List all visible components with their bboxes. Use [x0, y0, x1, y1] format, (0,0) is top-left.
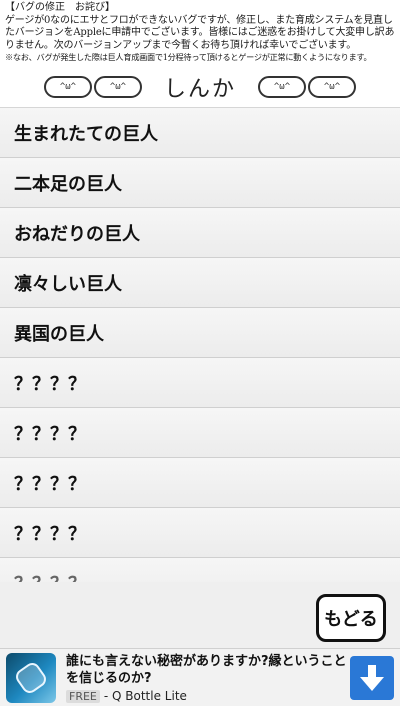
list-item-label: 凛々しい巨人 — [14, 273, 122, 295]
back-button[interactable]: もどる — [316, 594, 386, 642]
notice-title: 【バグの修正 お詫び】 — [5, 2, 115, 13]
download-arrow-icon[interactable] — [350, 655, 394, 700]
list-item-label: ？？？？ — [14, 473, 86, 495]
notice-panel: 【バグの修正 お詫び】 ゲージが0なのにエサとフロができないバグですが、修正し、… — [0, 0, 400, 66]
mascot-icon: ^ω^ — [308, 75, 356, 98]
notice-body: ゲージが0なのにエサとフロができないバグですが、修正し、また育成システムを見直し… — [5, 14, 395, 51]
bottle-icon[interactable] — [6, 652, 56, 703]
ad-title: 誰にも言えない秘密がありますか?縁ということを信じるのか? — [66, 653, 347, 686]
list-item[interactable]: ？？？？ — [0, 558, 400, 582]
bottle-shape — [12, 659, 50, 696]
screen-header: ^ω^ ^ω^ しんか ^ω^ ^ω^ — [0, 66, 400, 108]
download-arrow-svg — [360, 664, 384, 691]
ad-banner[interactable]: 誰にも言えない秘密がありますか?縁ということを信じるのか? FREE - Q Bo… — [0, 648, 400, 706]
left-mascots: ^ω^ ^ω^ — [43, 75, 142, 98]
list-item-label: 二本足の巨人 — [14, 173, 122, 195]
evolution-list[interactable]: 生まれたての巨人 二本足の巨人 おねだりの巨人 凛々しい巨人 異国の巨人 ？？？… — [0, 108, 400, 582]
list-item-label: 生まれたての巨人 — [14, 123, 158, 145]
list-item[interactable]: おねだりの巨人 — [0, 208, 400, 258]
list-item-label: おねだりの巨人 — [14, 223, 140, 245]
list-item-label: ？？？？ — [14, 373, 86, 395]
list-item[interactable]: ？？？？ — [0, 358, 400, 408]
free-badge: FREE — [66, 689, 100, 703]
list-item-label: 異国の巨人 — [14, 323, 104, 345]
ad-text[interactable]: 誰にも言えない秘密がありますか?縁ということを信じるのか? FREE - Q Bo… — [56, 653, 350, 703]
list-item[interactable]: 二本足の巨人 — [0, 158, 400, 208]
list-item[interactable]: ？？？？ — [0, 458, 400, 508]
list-item[interactable]: 異国の巨人 — [0, 308, 400, 358]
mascot-icon: ^ω^ — [93, 75, 142, 98]
page-title: しんか — [163, 76, 236, 102]
list-item[interactable]: 凛々しい巨人 — [0, 258, 400, 308]
mascot-icon: ^ω^ — [258, 75, 306, 98]
list-item-label: ？？？？ — [14, 523, 86, 545]
list-item[interactable]: 生まれたての巨人 — [0, 108, 400, 158]
ad-app-name: - Q Bottle Lite — [103, 688, 187, 703]
list-item-label: ？？？？ — [14, 423, 86, 445]
list-item[interactable]: ？？？？ — [0, 508, 400, 558]
list-item-label: ？？？？ — [14, 570, 86, 583]
right-mascots: ^ω^ ^ω^ — [258, 75, 356, 98]
ad-subtitle: FREE - Q Bottle Lite — [66, 689, 350, 703]
notice-note: ※なお、バグが発生した際は巨人育成画面で1分程待って頂けるとゲージが正常に動くよ… — [5, 52, 372, 62]
mascot-icon: ^ω^ — [43, 75, 92, 98]
list-item[interactable]: ？？？？ — [0, 408, 400, 458]
